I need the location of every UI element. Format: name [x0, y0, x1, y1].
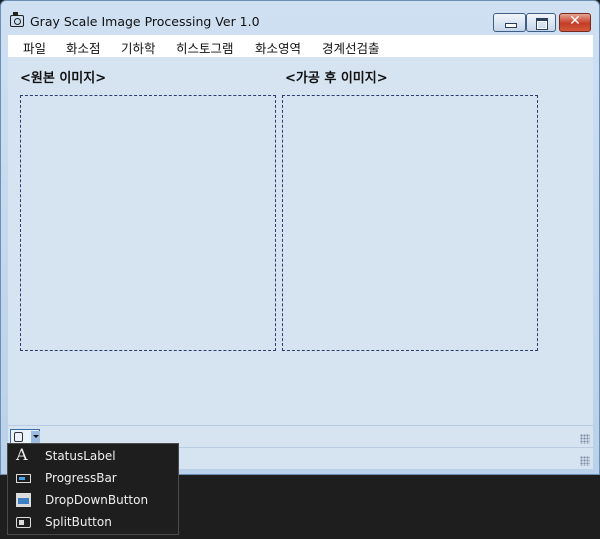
close-icon: ✕ — [569, 13, 581, 29]
app-window: Gray Scale Image Processing Ver 1.0 ✕ 파일… — [0, 0, 600, 475]
status-label-icon: A — [16, 445, 28, 464]
status-strip-item-icon — [14, 432, 23, 442]
menu-item-label: SplitButton — [45, 515, 112, 529]
size-grip-icon[interactable] — [580, 456, 590, 466]
close-button[interactable]: ✕ — [559, 13, 591, 32]
minimize-button[interactable] — [493, 13, 526, 32]
menu-item-split-button[interactable]: SplitButton — [8, 511, 178, 533]
title-bar[interactable]: Gray Scale Image Processing Ver 1.0 ✕ — [1, 1, 599, 35]
menu-item-label: DropDownButton — [45, 493, 149, 507]
original-image-box[interactable] — [20, 95, 276, 351]
original-image-caption: <원본 이미지> — [20, 71, 107, 86]
menu-pixel-area[interactable]: 화소영역 — [255, 38, 301, 57]
processed-image-box[interactable] — [282, 95, 538, 351]
menu-item-status-label[interactable]: A StatusLabel — [8, 445, 178, 467]
menu-bar: 파일 화소점 기하학 히스토그램 화소영역 경계선검출 — [8, 35, 593, 57]
progress-bar-icon — [16, 474, 31, 483]
window-title: Gray Scale Image Processing Ver 1.0 — [30, 14, 260, 29]
menu-item-label: ProgressBar — [45, 471, 117, 485]
dropdown-button-icon — [16, 493, 31, 507]
split-button-icon — [16, 517, 31, 528]
add-item-dropdown-menu: A StatusLabel ProgressBar DropDownButton… — [7, 443, 179, 535]
menu-edge-detection[interactable]: 경계선검출 — [322, 38, 380, 57]
processed-image-caption: <가공 후 이미지> — [285, 71, 388, 86]
chevron-down-icon[interactable] — [31, 431, 40, 443]
menu-item-label: StatusLabel — [45, 449, 116, 463]
menu-geometry[interactable]: 기하학 — [121, 38, 156, 57]
menu-pixel-point[interactable]: 화소점 — [66, 38, 101, 57]
form-client-area: 파일 화소점 기하학 히스토그램 화소영역 경계선검출 <원본 이미지> <가공… — [8, 35, 593, 469]
menu-item-dropdown-button[interactable]: DropDownButton — [8, 489, 178, 511]
menu-item-progress-bar[interactable]: ProgressBar — [8, 467, 178, 489]
maximize-button[interactable] — [526, 13, 556, 32]
menu-file[interactable]: 파일 — [23, 38, 46, 57]
menu-histogram[interactable]: 히스토그램 — [176, 38, 234, 57]
camera-icon — [10, 12, 24, 27]
size-grip-icon[interactable] — [580, 434, 590, 444]
